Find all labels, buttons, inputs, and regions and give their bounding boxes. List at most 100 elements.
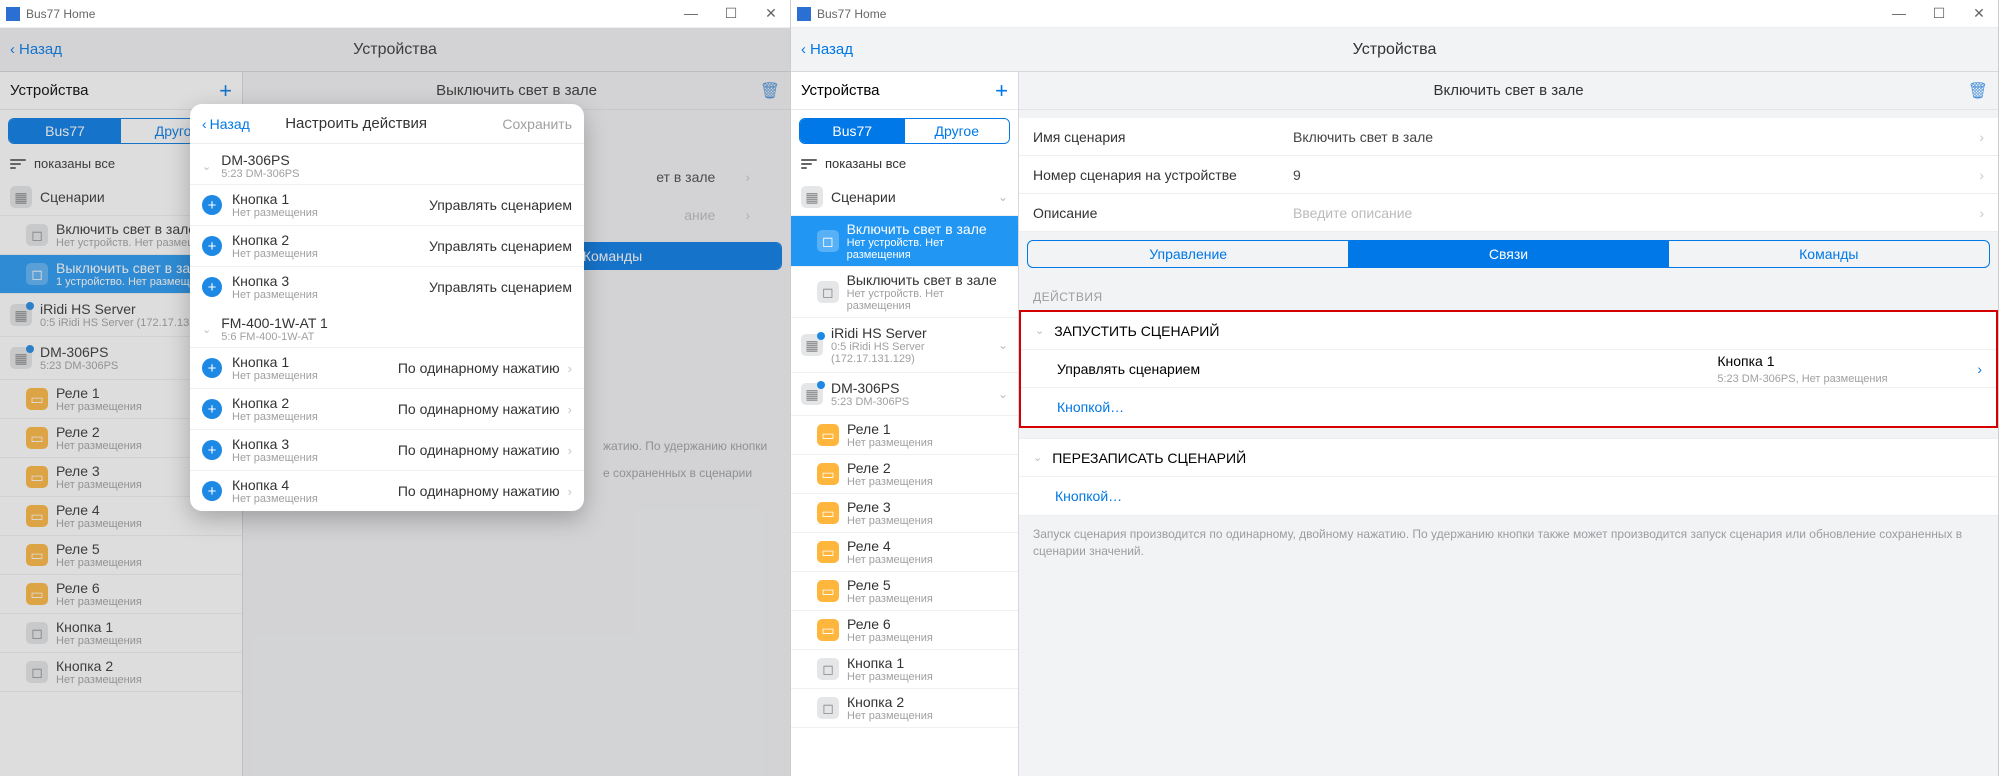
modal-group-dm[interactable]: ⌄ DM-306PS5:23 DM-306PS: [190, 144, 584, 184]
sublabel: Нет размещения: [232, 411, 318, 423]
detail-title: Включить свет в зале: [1433, 82, 1583, 99]
relay-icon: ▭: [817, 424, 839, 446]
close-button[interactable]: ✕: [758, 5, 784, 22]
window-title: Bus77 Home: [26, 7, 95, 21]
sublabel: Нет размещения: [847, 476, 933, 488]
sublabel: Нет размещения: [232, 207, 318, 219]
label: Реле 6: [847, 616, 933, 632]
label: ЗАПУСТИТЬ СЦЕНАРИЙ: [1054, 323, 1219, 339]
relay-item[interactable]: ▭ Реле 1Нет размещения: [791, 416, 1018, 455]
sidebar-title: Устройства: [801, 82, 879, 99]
filter-icon: [801, 157, 817, 171]
relay-item[interactable]: ▭ Реле 4Нет размещения: [791, 533, 1018, 572]
trash-icon[interactable]: 🗑: [1968, 81, 1988, 101]
label: Управлять сценарием: [1057, 361, 1200, 377]
back-button[interactable]: ‹ Назад: [801, 41, 853, 58]
label: Имя сценария: [1033, 129, 1293, 145]
button-item[interactable]: ◻ Кнопка 1Нет размещения: [791, 650, 1018, 689]
action-label: Управлять сценарием: [429, 279, 572, 295]
chevron-down-icon: ⌄: [998, 338, 1008, 352]
action-label: По одинарному нажатию: [398, 442, 560, 458]
sublabel: Нет устройств. Нет размещения: [847, 237, 1008, 261]
scenario-on[interactable]: ◻ Включить свет в залеНет устройств. Нет…: [791, 216, 1018, 267]
button-item[interactable]: ◻ Кнопка 2Нет размещения: [791, 689, 1018, 728]
maximize-button[interactable]: ☐: [718, 5, 744, 22]
label: DM-306PS: [831, 380, 909, 396]
seg-bus77[interactable]: Bus77: [800, 119, 905, 143]
field-description[interactable]: Описание Введите описание ›: [1019, 194, 1998, 232]
modal-button-item[interactable]: + Кнопка 3Нет размещения По одинарному н…: [190, 429, 584, 470]
relay-icon: ▭: [817, 541, 839, 563]
detail-tabs[interactable]: Управление Связи Команды: [1027, 240, 1990, 268]
by-button-row-2[interactable]: Кнопкой…: [1019, 477, 1998, 515]
tree-scenarios[interactable]: ▦ Сценарии ⌄: [791, 179, 1018, 216]
label: Кнопка 3: [232, 273, 318, 289]
right-window: Bus77 Home — ☐ ✕ ‹ Назад Устройства Устр…: [791, 0, 1999, 776]
tree-iridi[interactable]: ▦ iRidi HS Server0:5 iRidi HS Server (17…: [791, 318, 1018, 373]
label: Кнопка 1: [232, 191, 318, 207]
chevron-down-icon: ⌄: [998, 190, 1008, 204]
filter-row[interactable]: показаны все: [791, 152, 1018, 179]
relay-item[interactable]: ▭ Реле 5Нет размещения: [791, 572, 1018, 611]
device-filter-segment[interactable]: Bus77 Другое: [799, 118, 1010, 144]
maximize-button[interactable]: ☐: [1926, 5, 1952, 22]
window-title: Bus77 Home: [817, 7, 886, 21]
modal-button-item[interactable]: + Кнопка 2Нет размещения Управлять сцена…: [190, 225, 584, 266]
minimize-button[interactable]: —: [678, 5, 704, 22]
rewrite-scenario-header[interactable]: ⌄ ПЕРЕЗАПИСАТЬ СЦЕНАРИЙ: [1019, 439, 1998, 477]
label: Номер сценария на устройстве: [1033, 167, 1293, 183]
label: Кнопка 2: [232, 395, 318, 411]
modal-button-item[interactable]: + Кнопка 3Нет размещения Управлять сцена…: [190, 266, 584, 307]
tab-manage[interactable]: Управление: [1028, 241, 1348, 267]
label: Описание: [1033, 205, 1293, 221]
label: Кнопка 1: [232, 354, 318, 370]
modal-button-item[interactable]: + Кнопка 1Нет размещения По одинарному н…: [190, 347, 584, 388]
modal-button-item[interactable]: + Кнопка 1Нет размещения Управлять сцена…: [190, 184, 584, 225]
close-button[interactable]: ✕: [1966, 5, 1992, 22]
scenario-icon: ◻: [817, 230, 839, 252]
seg-other[interactable]: Другое: [905, 119, 1010, 143]
field-scenario-name[interactable]: Имя сценария Включить свет в зале ›: [1019, 118, 1998, 156]
relay-item[interactable]: ▭ Реле 2Нет размещения: [791, 455, 1018, 494]
sublabel: 0:5 iRidi HS Server (172.17.131.129): [831, 341, 990, 365]
minimize-button[interactable]: —: [1886, 5, 1912, 22]
modal-save-button[interactable]: Сохранить: [502, 116, 572, 132]
chevron-down-icon: ⌄: [998, 387, 1008, 401]
value: 9: [1293, 167, 1979, 183]
chevron-down-icon: ⌄: [202, 160, 211, 173]
modal-button-item[interactable]: + Кнопка 4Нет размещения По одинарному н…: [190, 470, 584, 511]
sublabel: 5:6 FM-400-1W-AT: [221, 331, 328, 343]
chevron-right-icon: ›: [568, 361, 572, 376]
manage-scenario-row[interactable]: Управлять сценарием Кнопка 1 5:23 DM-306…: [1021, 350, 1996, 388]
sublabel: Нет размещения: [847, 593, 933, 605]
tab-links[interactable]: Связи: [1348, 241, 1668, 267]
subvalue: 5:23 DM-306PS, Нет размещения: [1717, 373, 1887, 385]
action-label: Управлять сценарием: [429, 238, 572, 254]
label: Реле 3: [847, 499, 933, 515]
relay-item[interactable]: ▭ Реле 6Нет размещения: [791, 611, 1018, 650]
scenario-off[interactable]: ◻ Выключить свет в залеНет устройств. Не…: [791, 267, 1018, 318]
tab-commands[interactable]: Команды: [1669, 241, 1989, 267]
label: Кнопка 1: [847, 655, 933, 671]
chevron-right-icon: ›: [1979, 129, 1984, 145]
run-scenario-group: ⌄ ЗАПУСТИТЬ СЦЕНАРИЙ Управлять сценарием…: [1019, 310, 1998, 428]
add-button[interactable]: +: [995, 78, 1008, 104]
page-title: Устройства: [791, 41, 1998, 59]
modal-button-item[interactable]: + Кнопка 2Нет размещения По одинарному н…: [190, 388, 584, 429]
label: Кнопка 2: [847, 694, 933, 710]
chevron-right-icon: ›: [568, 484, 572, 499]
value: Кнопка 1: [1717, 353, 1977, 369]
sublabel: Нет размещения: [232, 289, 318, 301]
label: Кнопкой…: [1055, 488, 1122, 504]
back-label: Назад: [810, 41, 853, 58]
tree-dm[interactable]: ▦ DM-306PS5:23 DM-306PS ⌄: [791, 373, 1018, 416]
modal-group-fm[interactable]: ⌄ FM-400-1W-AT 15:6 FM-400-1W-AT: [190, 307, 584, 347]
plus-icon: +: [202, 236, 222, 256]
relay-item[interactable]: ▭ Реле 3Нет размещения: [791, 494, 1018, 533]
plus-icon: +: [202, 440, 222, 460]
by-button-row[interactable]: Кнопкой…: [1021, 388, 1996, 426]
field-scenario-number[interactable]: Номер сценария на устройстве 9 ›: [1019, 156, 1998, 194]
plus-icon: +: [202, 481, 222, 501]
run-scenario-header[interactable]: ⌄ ЗАПУСТИТЬ СЦЕНАРИЙ: [1021, 312, 1996, 350]
label: Кнопкой…: [1057, 399, 1124, 415]
